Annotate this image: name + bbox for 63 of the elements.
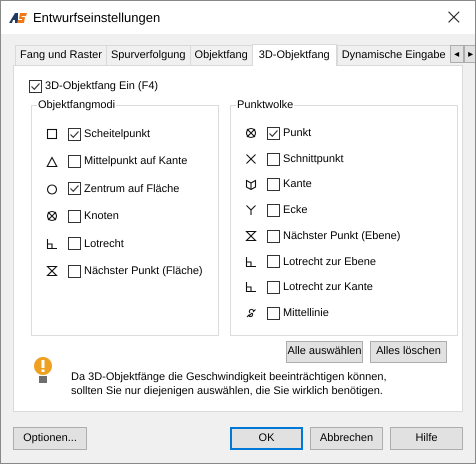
tab[interactable]: Spurverfolgung [106,45,190,65]
tab[interactable]: Dynamische Eingabe [336,45,450,65]
checkbox-label: Knoten [84,209,119,224]
checkbox[interactable] [68,182,81,196]
link-icon [245,307,257,320]
checkbox[interactable] [267,152,280,166]
perpendicular-icon [46,238,58,250]
checkbox-label: 3D-Objektfang Ein (F4) [45,79,158,94]
circle-icon [46,182,58,195]
checkbox-label: Schnittpunkt [283,152,344,167]
dialog-button[interactable]: Abbrechen [310,427,383,450]
hourglass-icon [46,265,58,278]
scroll-right-button[interactable]: ▸ [464,45,475,63]
crossed-circle-icon [245,127,257,140]
dialog-button[interactable]: OK [230,427,303,450]
checkbox[interactable] [267,126,280,140]
tab[interactable]: Fang und Raster [15,45,106,65]
select-all-button[interactable]: Alle auswählen [286,340,363,362]
checkbox-label: Lotrecht zur Kante [283,280,373,296]
clear-all-button[interactable]: Alles löschen [370,340,447,362]
edge-icon [245,178,257,191]
checkbox[interactable] [267,204,280,217]
checkbox[interactable] [267,280,280,294]
scroll-left-button[interactable]: ◂ [450,45,464,63]
checkbox[interactable] [68,237,81,250]
info-text: Da 3D-Objektfänge die Geschwindigkeit beeinträchtigen können, sollten Sie nur diejenigen auswählen, die Sie wirklich benötigen. [71,370,388,398]
checkbox[interactable] [68,210,81,223]
options-button[interactable]: Optionen... [13,427,87,450]
y-icon [245,204,257,216]
tab[interactable]: Objektfang [190,45,252,65]
checkbox-label: Scheitelpunkt [84,126,150,142]
checkbox[interactable] [267,230,280,243]
perpendicular-icon [245,256,257,268]
checkbox[interactable] [267,306,280,320]
window-title: Entwurfseinstellungen [33,8,160,27]
checkbox-label: Ecke [283,203,308,218]
app-logo-icon [9,12,27,24]
crossed-circle-icon [46,210,58,222]
checkbox-label: Kante [283,177,312,192]
checkbox-label: Lotrecht [84,236,124,252]
triangle-icon [46,156,58,168]
close-button[interactable]: × [444,6,463,28]
checkbox-label: Mittelpunkt auf Kante [84,154,188,170]
checkbox[interactable] [29,80,42,93]
hourglass-icon [245,230,257,242]
group-title: Punktwolke [236,98,294,112]
checkbox[interactable] [68,264,81,278]
dialog-button[interactable]: Hilfe [390,427,463,450]
checkbox[interactable] [267,178,280,192]
square-icon [46,128,58,140]
checkbox[interactable] [267,255,280,268]
perpendicular-icon [245,281,257,294]
checkbox-label: Lotrecht zur Ebene [283,254,376,270]
tab[interactable]: 3D-Objektfang [252,44,337,66]
checkbox[interactable] [68,155,81,168]
checkbox-label: Punkt [283,126,312,142]
group-title: Objektfangmodi [37,98,116,112]
checkbox[interactable] [68,128,81,141]
checkbox-label: Nächster Punkt (Ebene) [283,228,400,244]
checkbox-label: Nächster Punkt (Fläche) [84,264,203,279]
checkbox-label: Mittellinie [283,306,329,321]
checkbox-label: Zentrum auf Fläche [84,182,180,197]
x-icon [245,153,257,166]
